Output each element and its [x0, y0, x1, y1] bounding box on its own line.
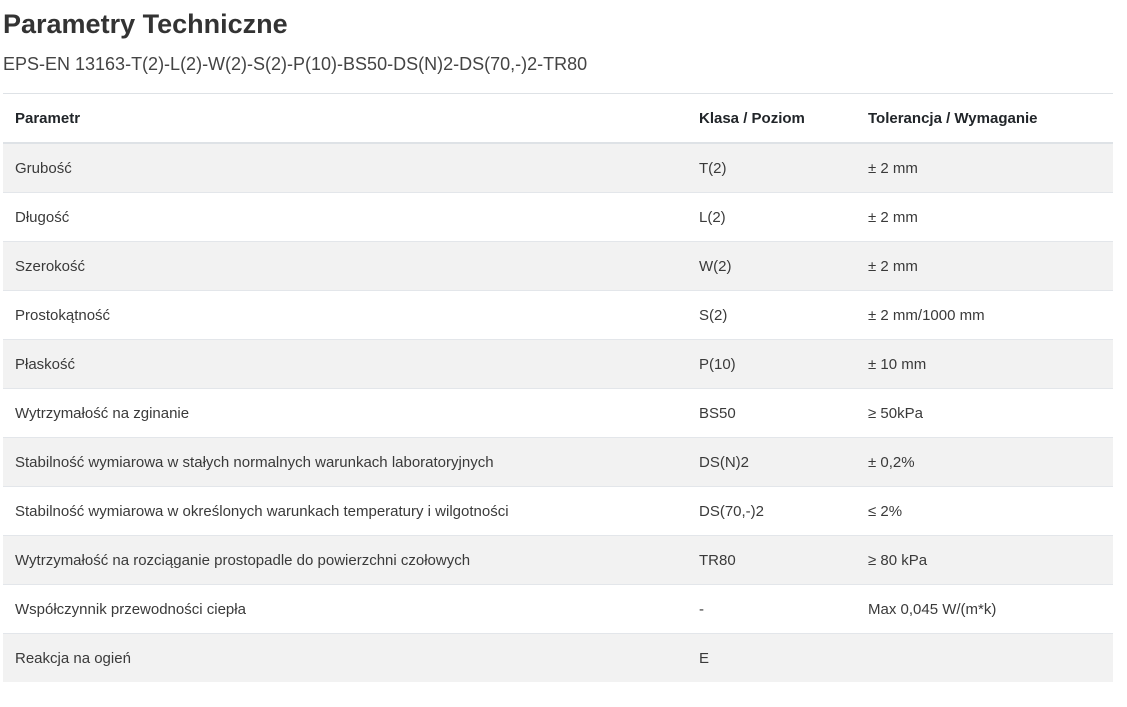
cell-tolerance: ± 2 mm/1000 mm	[856, 290, 1113, 340]
header-class-level: Klasa / Poziom	[687, 93, 856, 144]
table-row: Wytrzymałość na zginanie BS50 ≥ 50kPa	[3, 388, 1113, 438]
table-row: Wytrzymałość na rozciąganie prostopadle …	[3, 535, 1113, 585]
table-header-row: Parametr Klasa / Poziom Tolerancja / Wym…	[3, 93, 1113, 144]
cell-class: TR80	[687, 535, 856, 585]
cell-tolerance: ≤ 2%	[856, 486, 1113, 536]
cell-class: S(2)	[687, 290, 856, 340]
cell-class: W(2)	[687, 241, 856, 291]
table-row: Reakcja na ogień E	[3, 633, 1113, 682]
cell-parameter: Szerokość	[3, 241, 687, 291]
cell-class: T(2)	[687, 142, 856, 193]
header-tolerance: Tolerancja / Wymaganie	[856, 93, 1113, 144]
table-row: Szerokość W(2) ± 2 mm	[3, 241, 1113, 291]
cell-parameter: Wytrzymałość na zginanie	[3, 388, 687, 438]
cell-parameter: Współczynnik przewodności ciepła	[3, 584, 687, 634]
cell-parameter: Reakcja na ogień	[3, 633, 687, 682]
header-parameter: Parametr	[3, 93, 687, 144]
cell-parameter: Płaskość	[3, 339, 687, 389]
table-row: Stabilność wymiarowa w stałych normalnyc…	[3, 437, 1113, 487]
cell-tolerance: ± 2 mm	[856, 142, 1113, 193]
cell-class: E	[687, 633, 856, 682]
cell-class: BS50	[687, 388, 856, 438]
table-row: Grubość T(2) ± 2 mm	[3, 142, 1113, 193]
table-row: Stabilność wymiarowa w określonych warun…	[3, 486, 1113, 536]
cell-parameter: Stabilność wymiarowa w stałych normalnyc…	[3, 437, 687, 487]
cell-class: L(2)	[687, 192, 856, 242]
cell-tolerance	[856, 633, 1113, 682]
cell-parameter: Wytrzymałość na rozciąganie prostopadle …	[3, 535, 687, 585]
cell-tolerance: ± 2 mm	[856, 192, 1113, 242]
table-body: Grubość T(2) ± 2 mm Długość L(2) ± 2 mm …	[3, 142, 1113, 682]
cell-tolerance: ± 2 mm	[856, 241, 1113, 291]
table-row: Długość L(2) ± 2 mm	[3, 192, 1113, 242]
cell-class: -	[687, 584, 856, 634]
cell-tolerance: ≥ 80 kPa	[856, 535, 1113, 585]
parameters-table-container: Parametr Klasa / Poziom Tolerancja / Wym…	[3, 93, 1113, 682]
cell-class: DS(N)2	[687, 437, 856, 487]
cell-class: DS(70,-)2	[687, 486, 856, 536]
cell-parameter: Długość	[3, 192, 687, 242]
cell-tolerance: ± 0,2%	[856, 437, 1113, 487]
table-row: Płaskość P(10) ± 10 mm	[3, 339, 1113, 389]
cell-class: P(10)	[687, 339, 856, 389]
table-row: Współczynnik przewodności ciepła - Max 0…	[3, 584, 1113, 634]
page-title: Parametry Techniczne	[3, 9, 288, 39]
parameters-table: Parametr Klasa / Poziom Tolerancja / Wym…	[3, 93, 1113, 682]
cell-tolerance: ± 10 mm	[856, 339, 1113, 389]
cell-parameter: Stabilność wymiarowa w określonych warun…	[3, 486, 687, 536]
cell-tolerance: Max 0,045 W/(m*k)	[856, 584, 1113, 634]
cell-parameter: Prostokątność	[3, 290, 687, 340]
cell-tolerance: ≥ 50kPa	[856, 388, 1113, 438]
cell-parameter: Grubość	[3, 142, 687, 193]
product-code: EPS-EN 13163-T(2)-L(2)-W(2)-S(2)-P(10)-B…	[3, 54, 588, 74]
table-header: Parametr Klasa / Poziom Tolerancja / Wym…	[3, 93, 1113, 144]
table-row: Prostokątność S(2) ± 2 mm/1000 mm	[3, 290, 1113, 340]
